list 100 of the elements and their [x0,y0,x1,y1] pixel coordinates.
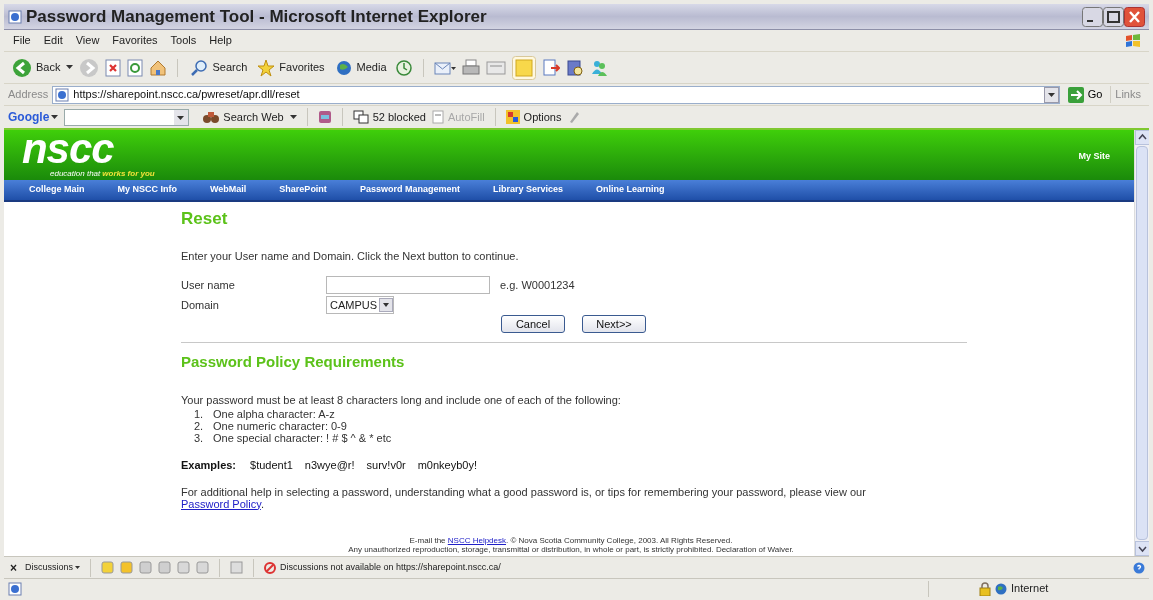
example-password: n3wye@r! [304,458,355,473]
google-search-field[interactable] [64,108,190,126]
sticky-note-icon[interactable] [511,55,536,80]
dropdown-caret-icon[interactable] [289,114,297,120]
form-button[interactable]: Cancel [501,315,565,333]
domain-dropdown[interactable]: CAMPUS [326,296,395,314]
research-book-icon[interactable] [565,58,584,77]
close-icon[interactable] [1124,6,1145,27]
google-menu-button[interactable]: Google [8,108,59,126]
go-arrow-icon [1067,86,1084,103]
maximize-icon[interactable] [1103,6,1124,27]
example-password: surv!v0r [366,458,406,473]
prohibited-icon [264,561,277,574]
scrollbar[interactable] [1134,130,1149,556]
address-label: Address [8,87,49,103]
binoculars-icon [203,110,220,124]
dropdown-caret-icon [51,114,59,120]
media-button[interactable]: Media [332,58,389,77]
go-button[interactable]: Go [1063,86,1107,103]
user-name-field[interactable] [326,276,490,294]
footer-text: Any unauthorized reproduction, storage, transmittal or distribution, in whole or part, is strictly prohibited. Declaration of Waiver. [348,544,794,554]
pagerank-icon[interactable] [317,110,332,124]
minimize-icon[interactable] [1082,6,1103,27]
discussion-tool-icon[interactable] [177,561,191,574]
home-icon[interactable] [149,58,168,77]
list-number: 3. [194,432,205,444]
nav-link[interactable]: College Main [29,183,85,197]
options-icon [505,110,520,124]
printer-icon[interactable] [461,58,480,77]
tagline-highlight: works for you [102,168,155,180]
field-label: User name [181,277,236,293]
instructions-text: Enter your User name and Domain. Click the Next button to continue. [181,248,520,264]
list-number: 1. [194,408,205,420]
nav-link[interactable]: Online Learning [595,183,665,197]
scroll-up-icon [1135,130,1149,145]
discussions-menu-button[interactable]: Discussions [25,560,81,575]
help-text: For additional help in selecting a password, understanding what a good password is, or tips for remembering your password, please view our Password Policy. [181,485,867,510]
menu-item[interactable]: Favorites [111,32,159,49]
section-heading: Password Policy Requirements [181,352,406,372]
page-arrow-icon[interactable] [541,58,560,77]
tagline: education that [50,168,101,180]
stop-icon[interactable] [105,58,122,77]
password-policy-link[interactable]: Password Policy [181,497,261,510]
requirement-text: One numeric character: 0-9 [213,420,347,432]
nav-link[interactable]: SharePoint [279,183,327,197]
dropdown-caret-icon [174,109,189,125]
menu-item[interactable]: Help [208,32,233,49]
list-number: 2. [194,420,205,432]
history-icon[interactable] [394,58,413,77]
messenger-icon[interactable] [589,58,608,77]
footer-text: E-mail the NSCC Helpdesk. © Nova Scotia Community College, 2003. All Rights Reserved. [409,535,733,545]
menu-item[interactable]: Tools [169,32,198,49]
panel-icon[interactable] [230,561,244,574]
discussions-message: Discussions not available on https://sharepoint.nscc.ca/ [280,560,501,574]
menu-item[interactable]: Edit [42,32,64,49]
padlock-icon [979,581,991,596]
search-icon [190,58,209,77]
helpdesk-link[interactable]: NSCC Helpdesk [447,535,506,545]
security-zone-text: Internet [1011,581,1049,597]
popup-window-icon [352,110,369,124]
address-field[interactable]: https://sharepoint.nscc.ca/pwreset/apr.dll/reset [52,85,1060,104]
globe-icon [995,582,1007,595]
dropdown-caret-icon [75,565,81,570]
options-button[interactable]: Options [505,108,562,126]
popup-blocker-button[interactable]: 52 blocked [352,108,426,126]
window-title: Password Management Tool - Microsoft Internet Explorer [26,5,487,28]
scroll-down-icon [1135,541,1149,556]
form-button[interactable]: Next>> [582,315,646,333]
pencil-icon[interactable] [567,110,580,124]
discussion-tool-icon[interactable] [120,561,134,574]
dropdown-caret-icon[interactable] [66,65,74,70]
dropdown-caret-icon[interactable] [1043,86,1059,103]
example-password: $tudent1 [250,458,293,473]
page-status-icon [8,581,22,596]
dropdown-caret-icon [379,298,394,312]
ie-page-icon [8,9,22,24]
discussion-tool-icon[interactable] [196,561,210,574]
form-icon [431,110,444,124]
windows-flag-icon [1125,32,1141,49]
back-button[interactable]: Back [12,57,61,78]
search-web-button[interactable]: Search Web [203,108,284,126]
discussion-tool-icon[interactable] [139,561,153,574]
page-heading: Reset [181,208,229,230]
field-hint: e.g. W0001234 [500,277,575,293]
nav-link[interactable]: WebMail [210,183,247,197]
discussion-tool-icon[interactable] [101,561,115,574]
favorites-button[interactable]: Favorites [255,58,327,77]
discussion-tool-icon[interactable] [158,561,172,574]
close-button[interactable]: × [8,558,19,577]
menu-item[interactable]: File [12,32,32,49]
policy-intro: Your password must be at least 8 characters long and include one of each of the following: [181,392,622,408]
examples-label: Examples: [181,458,237,473]
menu-item[interactable]: View [74,32,101,49]
example-password: m0nkeyb0y! [417,458,477,473]
nav-link[interactable]: Library Services [492,183,563,197]
nav-link[interactable]: My NSCC Info [117,183,177,197]
help-icon[interactable] [1133,561,1145,574]
edit-page-icon[interactable] [485,59,506,76]
nav-link[interactable]: Password Management [359,183,460,197]
search-button[interactable]: Search [188,58,250,77]
